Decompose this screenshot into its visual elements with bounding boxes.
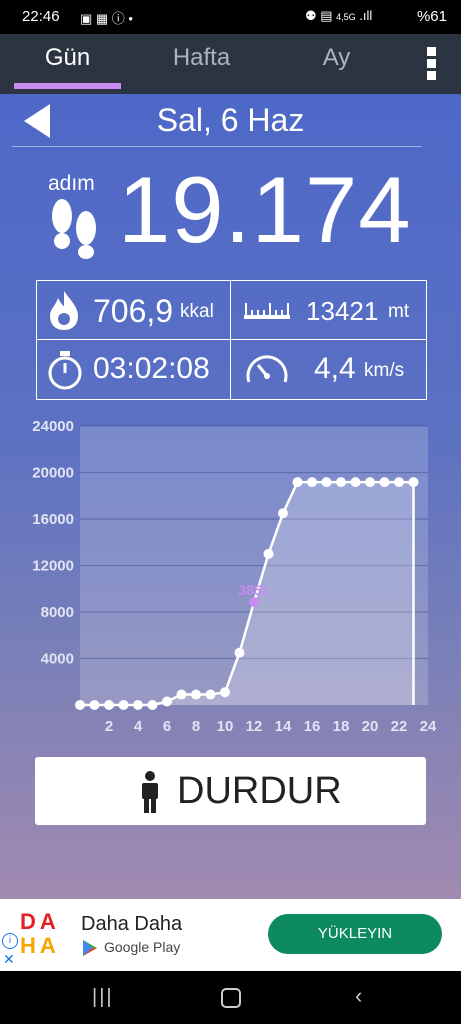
- data-point: [220, 687, 230, 698]
- y-tick-label: 24000: [32, 418, 74, 435]
- data-point: [292, 477, 303, 488]
- ad-close-icon[interactable]: ✕: [3, 951, 15, 968]
- highlight-label: 3851: [238, 582, 269, 598]
- calories-cell: 706,9 kkal: [37, 281, 230, 340]
- data-point: [75, 700, 85, 710]
- recent-apps-icon[interactable]: |||: [92, 986, 114, 1009]
- home-icon[interactable]: [221, 988, 241, 1008]
- overflow-menu-icon[interactable]: [420, 44, 444, 84]
- status-bar: 22:46 ▣ ▦ ⓘ • ⚉ ▤ 4,5G .ıll %61: [0, 0, 461, 34]
- duration-value: 03:02:08: [93, 352, 210, 385]
- flame-icon: [50, 291, 78, 330]
- x-tick-label: 2: [105, 718, 113, 735]
- tab-month[interactable]: Ay: [283, 44, 390, 72]
- speed-value: 4,4: [314, 352, 356, 385]
- footprints-icon: [52, 199, 96, 259]
- system-nav-bar: ||| ‹: [0, 971, 461, 1024]
- ruler-icon: [244, 303, 290, 319]
- distance-unit: mt: [388, 301, 410, 322]
- x-tick-label: 22: [391, 718, 408, 735]
- x-tick-label: 14: [275, 718, 292, 735]
- ad-install-button[interactable]: YÜKLEYIN: [268, 914, 442, 954]
- data-point: [249, 597, 259, 608]
- y-tick-label: 4000: [41, 651, 74, 668]
- x-tick-label: 24: [420, 718, 437, 735]
- clock: 22:46: [22, 8, 60, 25]
- signal-icons: ⚉ ▤ 4,5G .ıll: [305, 8, 373, 23]
- calories-unit: kkal: [180, 301, 214, 322]
- battery-level: %61: [416, 8, 447, 25]
- ad-banner[interactable]: i ✕ DA HA Daha Daha Google Play YÜKLEYIN: [0, 899, 461, 971]
- data-point: [394, 477, 404, 488]
- data-point: [408, 477, 419, 488]
- data-point: [379, 477, 390, 488]
- stats-grid: 706,9 kkal 13421 mt 03:02:08 4,4 km/s: [36, 280, 427, 400]
- stopwatch-icon: [48, 351, 82, 390]
- data-point: [191, 689, 201, 700]
- ad-logo-top: DA: [20, 909, 60, 934]
- data-point: [321, 477, 332, 488]
- active-tab-indicator: [14, 83, 121, 89]
- data-point: [176, 689, 187, 700]
- hourly-steps-chart: 40008000120001600020000240002 4 6 8 10 12 14 16…: [32, 418, 437, 735]
- x-tick-label: 20: [362, 718, 379, 735]
- x-tick-label: 16: [304, 718, 321, 735]
- data-point: [234, 647, 245, 658]
- data-point: [162, 696, 172, 707]
- main-panel: Sal, 6 Haz adım 19.174 706,9 kkal 13421 …: [0, 94, 461, 899]
- stop-button[interactable]: DURDUR: [35, 757, 426, 825]
- data-point: [205, 689, 216, 700]
- data-point: [133, 700, 143, 710]
- ad-app-logo: DA HA: [20, 909, 70, 959]
- data-point: [147, 700, 158, 710]
- tab-bar: Gün Hafta Ay: [0, 34, 461, 94]
- data-point: [278, 508, 288, 519]
- stop-button-label: DURDUR: [177, 770, 342, 812]
- distance-value: 13421: [306, 296, 379, 326]
- duration-cell: 03:02:08: [37, 340, 230, 399]
- tab-week[interactable]: Hafta: [148, 44, 255, 72]
- y-tick-label: 12000: [32, 558, 74, 575]
- ad-logo-bottom: HA: [20, 933, 60, 958]
- date-title: Sal, 6 Haz: [156, 102, 305, 138]
- ad-info-icon[interactable]: i: [2, 933, 18, 949]
- data-point: [263, 548, 274, 559]
- data-point: [307, 477, 317, 488]
- person-icon: [142, 771, 158, 813]
- y-tick-label: 20000: [32, 465, 74, 482]
- x-tick-label: 10: [217, 718, 234, 735]
- data-point: [89, 700, 100, 710]
- speed-unit: km/s: [364, 360, 405, 381]
- tab-day[interactable]: Gün: [14, 44, 121, 72]
- x-tick-label: 8: [192, 718, 200, 735]
- steps-label: adım: [48, 172, 95, 195]
- step-count: 19.174: [118, 157, 412, 262]
- calories-value: 706,9: [93, 293, 174, 329]
- ad-store-label: Google Play: [104, 939, 181, 955]
- back-icon[interactable]: ‹: [355, 983, 362, 1009]
- distance-cell: 13421 mt: [231, 281, 426, 340]
- speedometer-icon: [246, 355, 288, 383]
- data-point: [118, 700, 129, 710]
- y-tick-label: 8000: [41, 604, 74, 621]
- network-label: 4,5G: [336, 12, 356, 22]
- data-point: [336, 477, 346, 488]
- notification-icons: ▣ ▦ ⓘ •: [80, 11, 133, 26]
- data-point: [104, 700, 114, 710]
- x-tick-label: 18: [333, 718, 350, 735]
- ad-title: Daha Daha: [81, 913, 183, 935]
- data-point: [350, 477, 361, 488]
- google-play-icon: [83, 940, 97, 956]
- data-point: [365, 477, 375, 488]
- speed-cell: 4,4 km/s: [231, 340, 426, 399]
- x-tick-label: 6: [163, 718, 171, 735]
- x-tick-label: 4: [134, 718, 143, 735]
- x-tick-label: 12: [246, 718, 263, 735]
- y-tick-label: 16000: [32, 511, 74, 528]
